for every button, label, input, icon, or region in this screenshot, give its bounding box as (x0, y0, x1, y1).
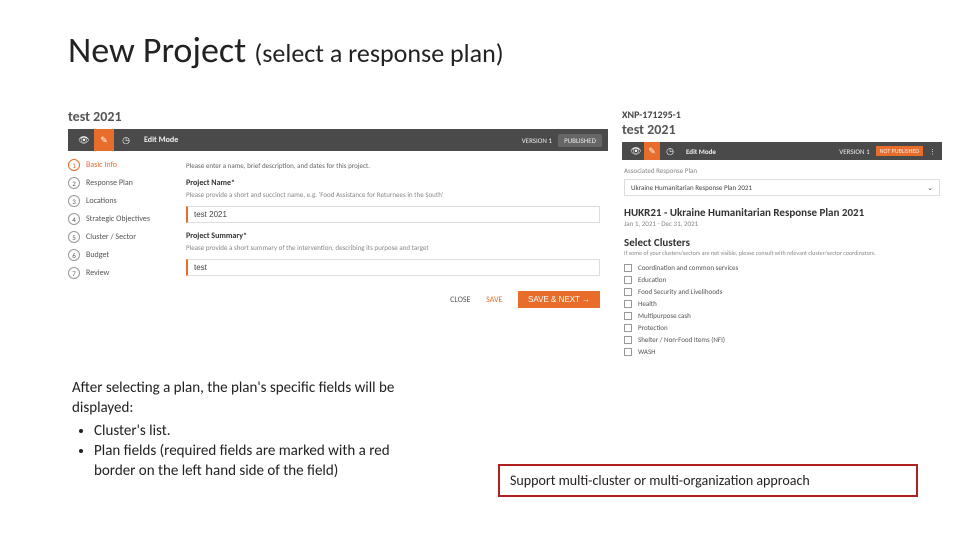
instruction-text-left: After selecting a plan, the plan's speci… (72, 378, 432, 481)
step-response-plan[interactable]: 2Response Plan (68, 177, 178, 189)
project-summary-input[interactable] (186, 259, 600, 276)
select-clusters-help: If some of your clusters/sectors are not… (624, 249, 940, 257)
more-icon[interactable]: ⋮ (929, 147, 936, 156)
step-strategic-objectives[interactable]: 4Strategic Objectives (68, 213, 178, 225)
step-basic-info[interactable]: 1Basic Info (68, 159, 178, 171)
assoc-plan-label: Associated Response Plan (624, 166, 940, 175)
callout-box: Support multi-cluster or multi-organizat… (498, 464, 918, 497)
eye-icon[interactable]: 👁 (628, 142, 644, 160)
edit-mode-label: Edit Mode (686, 147, 716, 156)
cluster-checkbox[interactable]: Multipurpose cash (624, 311, 940, 320)
cluster-list: Coordination and common services Educati… (624, 263, 940, 356)
cluster-checkbox[interactable]: Food Security and Livelihoods (624, 287, 940, 296)
step-locations[interactable]: 3Locations (68, 195, 178, 207)
screenshot-right: XNP-171295-1 test 2021 👁 ✎ ◷ Edit Mode V… (622, 108, 942, 365)
screenshot-left: test 2021 👁 ✎ ◷ Edit Mode VERSION 1 PUBL… (68, 108, 608, 314)
clock-icon[interactable]: ◷ (116, 129, 136, 151)
step-review[interactable]: 7Review (68, 267, 178, 279)
version-label: VERSION 1 (839, 147, 869, 156)
status-badge: NOT PUBLISHED (876, 146, 923, 156)
step-budget[interactable]: 6Budget (68, 249, 178, 261)
step-nav: 1Basic Info 2Response Plan 3Locations 4S… (68, 155, 178, 314)
edit-icon[interactable]: ✎ (644, 142, 660, 160)
edit-icon[interactable]: ✎ (94, 129, 114, 151)
right-heading: test 2021 (622, 121, 942, 138)
title-main: New Project (68, 28, 246, 72)
chevron-down-icon: ⌄ (927, 183, 933, 192)
cluster-checkbox[interactable]: Health (624, 299, 940, 308)
dropdown-value: Ukraine Humanitarian Response Plan 2021 (631, 183, 752, 192)
response-plan-select[interactable]: Ukraine Humanitarian Response Plan 2021 … (624, 179, 940, 196)
cluster-checkbox[interactable]: Coordination and common services (624, 263, 940, 272)
project-summary-label: Project Summary* (186, 231, 600, 241)
cluster-checkbox[interactable]: Shelter / Non-Food Items (NFI) (624, 335, 940, 344)
cluster-checkbox[interactable]: Education (624, 275, 940, 284)
project-name-help: Please provide a short and succinct name… (186, 190, 600, 199)
toolbar-right: 👁 ✎ ◷ Edit Mode VERSION 1 NOT PUBLISHED … (622, 142, 942, 160)
form-intro: Please enter a name, brief description, … (186, 161, 600, 170)
plan-title: HUKR21 - Ukraine Humanitarian Response P… (624, 206, 940, 219)
note-bullet: Plan fields (required fields are marked … (94, 441, 432, 482)
select-clusters-title: Select Clusters (624, 236, 940, 249)
step-cluster-sector[interactable]: 5Cluster / Sector (68, 231, 178, 243)
slide-title: New Project (select a response plan) (68, 28, 504, 72)
project-code: XNP-171295-1 (622, 108, 942, 121)
cluster-checkbox[interactable]: Protection (624, 323, 940, 332)
callout-text: Support multi-cluster or multi-organizat… (510, 472, 810, 489)
cluster-checkbox[interactable]: WASH (624, 347, 940, 356)
form-actions: CLOSE SAVE SAVE & NEXT → (186, 288, 600, 308)
edit-mode-label: Edit Mode (144, 135, 178, 145)
status-badge: PUBLISHED (558, 134, 602, 147)
note-intro: After selecting a plan, the plan's speci… (72, 379, 394, 417)
eye-icon[interactable]: 👁 (74, 129, 94, 151)
close-button[interactable]: CLOSE (450, 295, 470, 305)
clock-icon[interactable]: ◷ (662, 142, 678, 160)
save-next-button[interactable]: SAVE & NEXT → (518, 291, 600, 308)
note-bullet: Cluster's list. (94, 421, 432, 441)
left-heading: test 2021 (68, 108, 608, 125)
toolbar-left: 👁 ✎ ◷ Edit Mode VERSION 1 PUBLISHED (68, 129, 608, 151)
project-name-input[interactable] (186, 206, 600, 223)
save-button[interactable]: SAVE (486, 295, 502, 305)
project-name-label: Project Name* (186, 178, 600, 188)
plan-date-range: Jan 1, 2021 - Dec 31, 2021 (624, 219, 940, 228)
form-area: Please enter a name, brief description, … (178, 155, 608, 314)
title-sub: (select a response plan) (254, 37, 503, 69)
version-label: VERSION 1 (522, 136, 552, 145)
project-summary-help: Please provide a short summary of the in… (186, 243, 600, 252)
